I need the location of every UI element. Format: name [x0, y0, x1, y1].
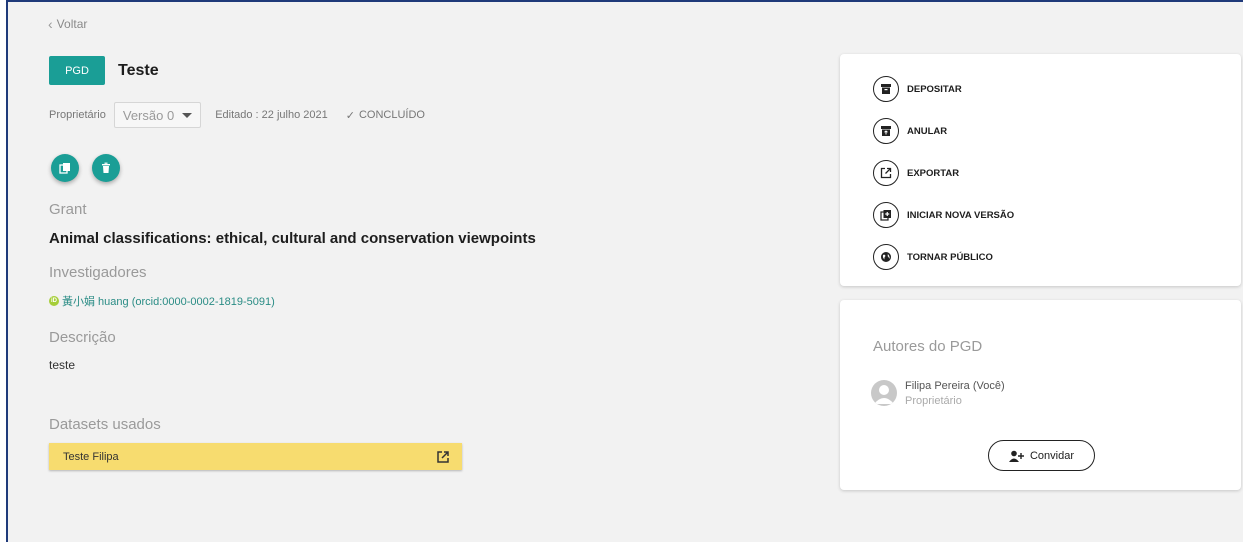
export-icon: [873, 160, 899, 186]
version-value: Versão 0: [122, 107, 175, 123]
page-title: Teste: [118, 62, 159, 79]
datasets-label: Datasets usados: [49, 416, 161, 433]
invite-button[interactable]: Convidar: [988, 440, 1095, 471]
unarchive-icon: [873, 118, 899, 144]
invite-label: Convidar: [1029, 449, 1075, 462]
authors-card: Autores do PGD Filipa Pereira (Você) Pro…: [840, 300, 1241, 490]
check-icon: ✓: [345, 109, 355, 122]
copy-icon: [59, 163, 70, 174]
avatar: [871, 380, 897, 406]
copy-button[interactable]: [51, 154, 79, 182]
new-version-button[interactable]: INICIAR NOVA VERSÃO: [873, 202, 1014, 228]
investigators-label: Investigadores: [49, 264, 147, 281]
open-external-icon[interactable]: [436, 450, 450, 464]
actions-card: DEPOSITAR ANULAR EXPORTAR INICIAR NOVA V…: [840, 54, 1241, 286]
investigator-link[interactable]: iD 黃小娟 huang (orcid:0000-0002-1819-5091): [49, 293, 275, 309]
cancel-plan-button[interactable]: ANULAR: [873, 118, 947, 144]
globe-icon: [873, 244, 899, 270]
status-badge: ✓ CONCLUÍDO: [346, 109, 425, 122]
export-label: EXPORTAR: [907, 167, 960, 179]
make-public-button[interactable]: TORNAR PÚBLICO: [873, 244, 993, 270]
version-select[interactable]: Versão 0: [113, 102, 202, 128]
authors-title: Autores do PGD: [873, 338, 983, 355]
deposit-label: DEPOSITAR: [907, 83, 962, 95]
dataset-item[interactable]: Teste Filipa: [49, 443, 462, 470]
add-user-icon: [1008, 450, 1024, 462]
user-avatar-icon: [874, 385, 894, 404]
dataset-name: Teste Filipa: [63, 450, 119, 463]
back-link[interactable]: ‹ Voltar: [48, 16, 87, 32]
archive-icon: [873, 76, 899, 102]
trash-icon: [102, 162, 110, 173]
caret-down-icon: [182, 112, 193, 118]
owner-label: Proprietário: [49, 109, 106, 121]
description-label: Descrição: [49, 329, 116, 346]
page-frame: ‹ Voltar PGD Teste Proprietário Versão 0…: [6, 0, 1243, 542]
chevron-left-icon: ‹: [48, 16, 53, 32]
cancel-label: ANULAR: [907, 125, 948, 137]
new-version-icon: [873, 202, 899, 228]
orcid-icon: iD: [49, 296, 59, 306]
back-label: Voltar: [56, 17, 88, 31]
grant-label: Grant: [49, 201, 87, 218]
new-version-label: INICIAR NOVA VERSÃO: [907, 209, 1015, 221]
status-label: CONCLUÍDO: [358, 109, 425, 121]
deposit-button[interactable]: DEPOSITAR: [873, 76, 962, 102]
author-name: Filipa Pereira (Você): [905, 380, 1005, 392]
author-role: Proprietário: [905, 395, 962, 407]
make-public-label: TORNAR PÚBLICO: [907, 251, 993, 263]
grant-title: Animal classifications: ethical, cultura…: [49, 230, 536, 247]
description-text: teste: [49, 358, 76, 372]
delete-button[interactable]: [92, 154, 120, 182]
plan-meta-row: Proprietário Versão 0 Editado : 22 julho…: [49, 102, 425, 128]
export-button[interactable]: EXPORTAR: [873, 160, 959, 186]
pgd-badge: PGD: [49, 56, 105, 85]
edited-date: Editado : 22 julho 2021: [215, 109, 328, 121]
investigator-name: 黃小娟 huang (orcid:0000-0002-1819-5091): [62, 296, 275, 308]
